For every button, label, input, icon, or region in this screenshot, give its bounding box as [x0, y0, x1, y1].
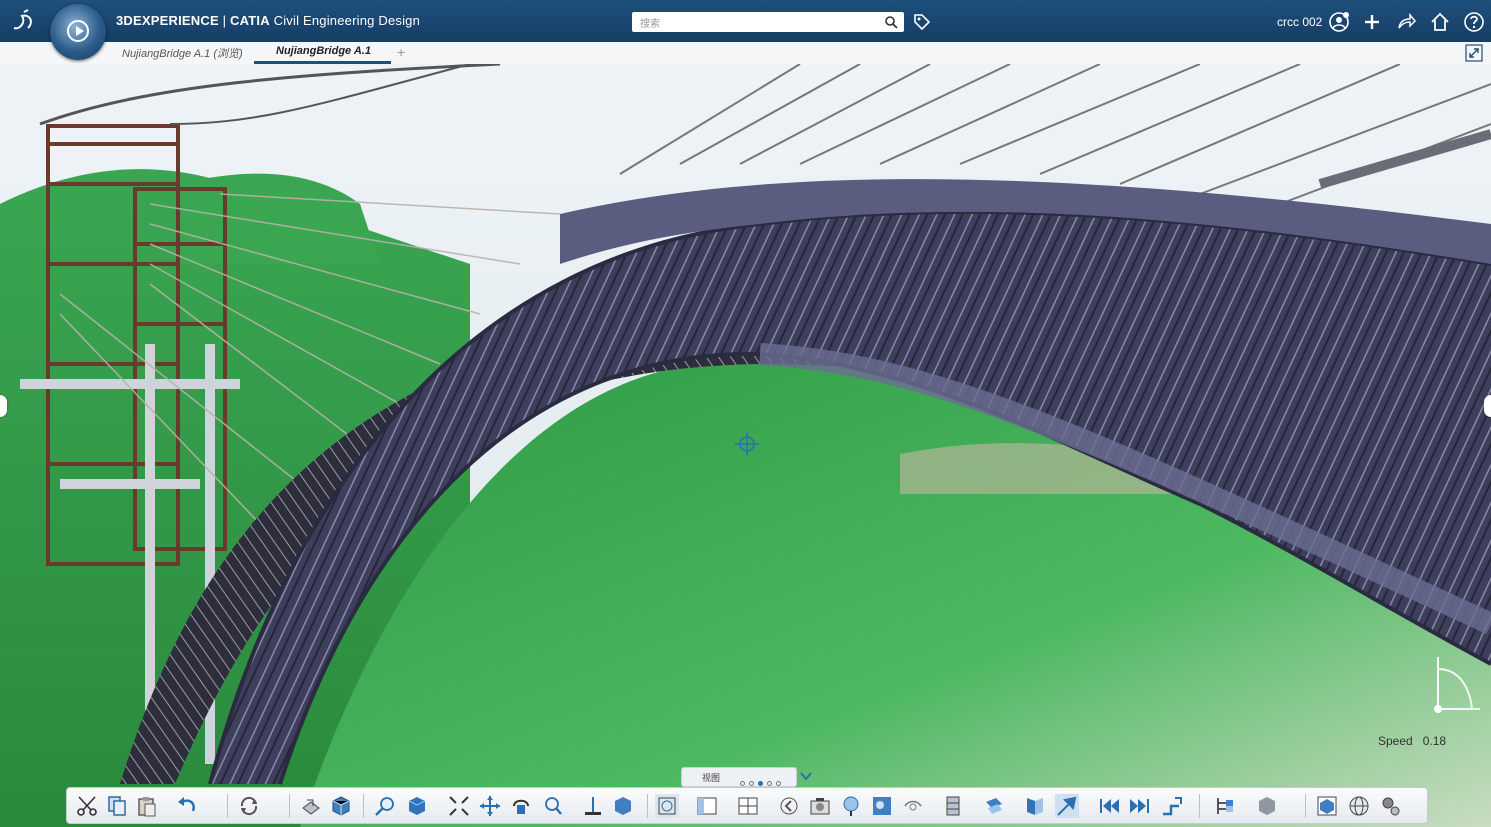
view-cube-icon[interactable] [405, 794, 429, 818]
cut-icon[interactable] [75, 794, 99, 818]
user-icon[interactable] [1328, 11, 1350, 33]
catalog-icon[interactable] [299, 794, 323, 818]
separator [363, 794, 364, 818]
iso-view-icon[interactable] [611, 794, 635, 818]
page-dot[interactable] [749, 781, 754, 786]
normal-view-icon[interactable] [581, 794, 605, 818]
layout-icon[interactable] [695, 794, 719, 818]
tab-nujiangbridge-view[interactable]: NujiangBridge A.1 (浏览) [122, 45, 243, 61]
page-dot[interactable] [776, 781, 781, 786]
zoom-in-out-icon[interactable] [541, 794, 565, 818]
undo-icon[interactable] [175, 794, 199, 818]
separator [647, 794, 648, 818]
cube-settings-icon[interactable] [1255, 794, 1279, 818]
speed-label: Speed [1378, 734, 1413, 748]
render-style-icon[interactable] [655, 794, 679, 818]
left-panel-handle[interactable] [0, 395, 7, 417]
play-icon[interactable] [67, 20, 89, 42]
username[interactable]: crcc 002 [1277, 15, 1322, 29]
options-icon[interactable] [1379, 794, 1403, 818]
3ds-logo-icon[interactable] [10, 8, 40, 34]
tab-bar: NujiangBridge A.1 (浏览) NujiangBridge A.1… [0, 42, 1491, 65]
page-dot[interactable] [740, 781, 745, 786]
multi-view-icon[interactable] [736, 794, 760, 818]
render-icon[interactable] [1315, 794, 1339, 818]
separator [227, 794, 228, 818]
separator [1305, 794, 1306, 818]
search-icon[interactable] [884, 15, 898, 29]
right-panel-handle[interactable] [1484, 395, 1491, 417]
look-at-icon[interactable] [839, 794, 863, 818]
previous-icon[interactable] [777, 794, 801, 818]
ambience-icon[interactable] [870, 794, 894, 818]
step-icon[interactable] [1159, 794, 1183, 818]
paste-icon[interactable] [135, 794, 159, 818]
view-selector[interactable]: 视图 [681, 767, 797, 787]
top-bar: 3DEXPERIENCE | CATIA Civil Engineering D… [0, 0, 1491, 42]
copy-icon[interactable] [105, 794, 129, 818]
last-frame-icon[interactable] [1128, 794, 1152, 818]
explode-icon[interactable] [941, 794, 965, 818]
page-dot-active[interactable] [758, 781, 763, 786]
tag-icon[interactable] [912, 12, 932, 32]
product-icon[interactable] [329, 794, 353, 818]
fit-all-icon[interactable] [447, 794, 471, 818]
home-icon[interactable] [1429, 11, 1451, 33]
separator [289, 794, 290, 818]
page-dot[interactable] [767, 781, 772, 786]
help-icon[interactable] [1463, 11, 1485, 33]
crosshair-icon [735, 432, 759, 456]
speed-readout: Speed 0.18 [1378, 734, 1446, 748]
zoom-icon[interactable] [373, 794, 397, 818]
tree-icon[interactable] [1213, 794, 1237, 818]
measure-icon[interactable] [1023, 794, 1047, 818]
expand-icon[interactable] [1465, 44, 1483, 62]
tab-nujiangbridge[interactable]: NujiangBridge A.1 [276, 45, 371, 57]
add-tab-button[interactable]: + [397, 44, 405, 60]
section-icon[interactable] [982, 794, 1006, 818]
3d-viewport[interactable]: Speed 0.18 [0, 64, 1491, 827]
app-title: 3DEXPERIENCE | CATIA Civil Engineering D… [116, 13, 421, 28]
chevron-down-icon[interactable] [799, 769, 813, 783]
pan-icon[interactable] [478, 794, 502, 818]
rotate-icon[interactable] [509, 794, 533, 818]
compass-axis-icon[interactable] [1420, 649, 1486, 719]
action-bar [66, 787, 1428, 824]
speed-value: 0.18 [1422, 734, 1447, 748]
separator [1199, 794, 1200, 818]
first-frame-icon[interactable] [1097, 794, 1121, 818]
view-selector-label: 视图 [702, 773, 721, 783]
capture-icon[interactable] [808, 794, 832, 818]
compass-icon[interactable] [50, 4, 106, 60]
fly-icon[interactable] [1055, 794, 1079, 818]
update-icon[interactable] [237, 794, 261, 818]
search-box[interactable]: 搜索 [632, 12, 904, 32]
globe-icon[interactable] [1347, 794, 1371, 818]
clipping-icon[interactable] [901, 794, 925, 818]
share-icon[interactable] [1395, 11, 1417, 33]
search-placeholder: 搜索 [640, 19, 660, 30]
add-icon[interactable] [1361, 11, 1383, 33]
